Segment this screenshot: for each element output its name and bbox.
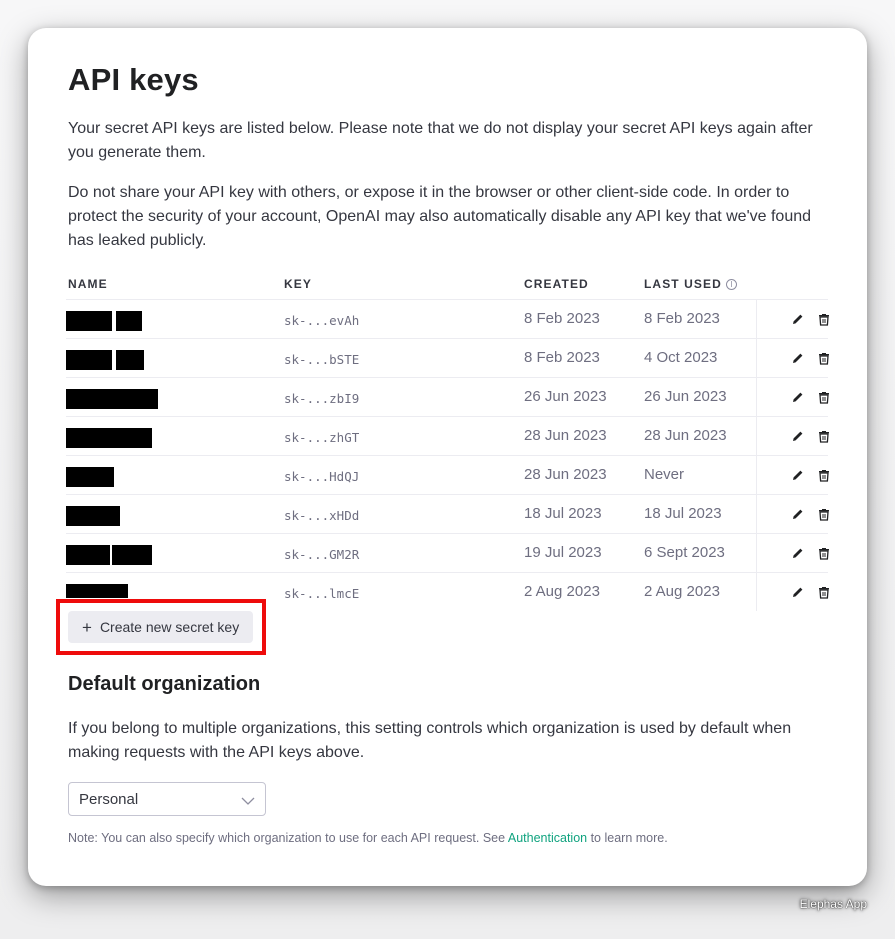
last-used-date: 26 Jun 2023	[644, 388, 727, 405]
trash-icon[interactable]	[816, 389, 832, 405]
security-paragraph: Do not share your API key with others, o…	[68, 184, 812, 249]
organization-note: Note: You can also specify which organiz…	[68, 831, 668, 845]
key-value: sk-...evAh	[284, 313, 360, 328]
watermark: Elephas App	[799, 897, 867, 911]
trash-icon[interactable]	[816, 311, 832, 327]
last-used-date: 28 Jun 2023	[644, 427, 727, 444]
note-suffix: to learn more.	[587, 831, 668, 845]
last-used-date: 18 Jul 2023	[644, 505, 722, 522]
row-actions	[756, 534, 829, 572]
authentication-link[interactable]: Authentication	[508, 831, 587, 845]
trash-icon[interactable]	[816, 506, 832, 522]
key-value: sk-...HdQJ	[284, 469, 360, 484]
table-row: sk-...zbI9 26 Jun 2023 26 Jun 2023	[66, 378, 829, 417]
info-icon[interactable]: i	[725, 279, 737, 290]
trash-icon[interactable]	[816, 545, 832, 561]
redacted-name	[66, 506, 120, 526]
created-date: 19 Jul 2023	[524, 544, 602, 561]
row-actions	[756, 339, 829, 377]
created-date: 28 Jun 2023	[524, 427, 607, 444]
redacted-name	[66, 389, 158, 409]
trash-icon[interactable]	[816, 467, 832, 483]
default-organization-description: If you belong to multiple organizations,…	[68, 720, 792, 761]
pencil-icon[interactable]	[790, 389, 806, 405]
trash-icon[interactable]	[816, 584, 832, 600]
redacted-name	[116, 311, 142, 331]
note-prefix: Note: You can also specify which organiz…	[68, 831, 508, 845]
pencil-icon[interactable]	[790, 467, 806, 483]
created-date: 2 Aug 2023	[524, 583, 600, 600]
column-name-header: NAME	[68, 277, 108, 291]
column-last-used-header: LAST USED i	[644, 277, 737, 291]
organization-select-value: Personal	[79, 791, 139, 808]
redacted-name	[66, 545, 110, 565]
table-header: NAME KEY CREATED LAST USED i	[66, 273, 828, 300]
last-used-date: Never	[644, 466, 685, 483]
table-row: sk-...bSTE 8 Feb 2023 4 Oct 2023	[66, 339, 829, 378]
table-row: sk-...GM2R 19 Jul 2023 6 Sept 2023	[66, 534, 829, 573]
key-value: sk-...zbI9	[284, 391, 360, 406]
pencil-icon[interactable]	[790, 428, 806, 444]
row-actions	[756, 417, 829, 455]
pencil-icon[interactable]	[790, 584, 806, 600]
organization-select[interactable]: Personal	[68, 782, 266, 816]
column-created-header: CREATED	[524, 277, 589, 291]
pencil-icon[interactable]	[790, 350, 806, 366]
row-actions	[756, 456, 829, 494]
last-used-label: LAST USED	[644, 277, 722, 291]
default-organization-heading: Default organization	[68, 673, 261, 695]
chevron-down-icon	[241, 793, 255, 811]
created-date: 8 Feb 2023	[524, 349, 600, 366]
row-actions	[756, 300, 829, 338]
red-highlight-box	[56, 599, 266, 655]
table-row: sk-...evAh 8 Feb 2023 8 Feb 2023	[66, 300, 829, 339]
intro-paragraph: Your secret API keys are listed below. P…	[68, 120, 813, 161]
key-value: sk-...zhGT	[284, 430, 360, 445]
last-used-date: 6 Sept 2023	[644, 544, 725, 561]
key-value: sk-...lmcE	[284, 586, 360, 601]
redacted-name	[66, 467, 114, 487]
last-used-date: 4 Oct 2023	[644, 349, 718, 366]
last-used-date: 2 Aug 2023	[644, 583, 720, 600]
created-date: 8 Feb 2023	[524, 310, 600, 327]
pencil-icon[interactable]	[790, 506, 806, 522]
key-value: sk-...xHDd	[284, 508, 360, 523]
api-keys-card: API keys Your secret API keys are listed…	[28, 28, 867, 886]
redacted-name	[112, 545, 152, 565]
table-row: sk-...zhGT 28 Jun 2023 28 Jun 2023	[66, 417, 829, 456]
redacted-name	[116, 350, 144, 370]
api-keys-table: NAME KEY CREATED LAST USED i sk-...evAh 8…	[66, 273, 829, 611]
key-value: sk-...GM2R	[284, 547, 360, 562]
created-date: 28 Jun 2023	[524, 466, 607, 483]
row-actions	[756, 573, 829, 611]
redacted-name	[66, 311, 112, 331]
redacted-name	[66, 350, 112, 370]
key-value: sk-...bSTE	[284, 352, 360, 367]
pencil-icon[interactable]	[790, 545, 806, 561]
created-date: 26 Jun 2023	[524, 388, 607, 405]
created-date: 18 Jul 2023	[524, 505, 602, 522]
last-used-date: 8 Feb 2023	[644, 310, 720, 327]
redacted-name	[66, 584, 128, 598]
pencil-icon[interactable]	[790, 311, 806, 327]
trash-icon[interactable]	[816, 428, 832, 444]
column-key-header: KEY	[284, 277, 312, 291]
page-title: API keys	[68, 62, 199, 97]
table-row: sk-...HdQJ 28 Jun 2023 Never	[66, 456, 829, 495]
row-actions	[756, 495, 829, 533]
row-actions	[756, 378, 829, 416]
table-row: sk-...xHDd 18 Jul 2023 18 Jul 2023	[66, 495, 829, 534]
trash-icon[interactable]	[816, 350, 832, 366]
redacted-name	[66, 428, 152, 448]
